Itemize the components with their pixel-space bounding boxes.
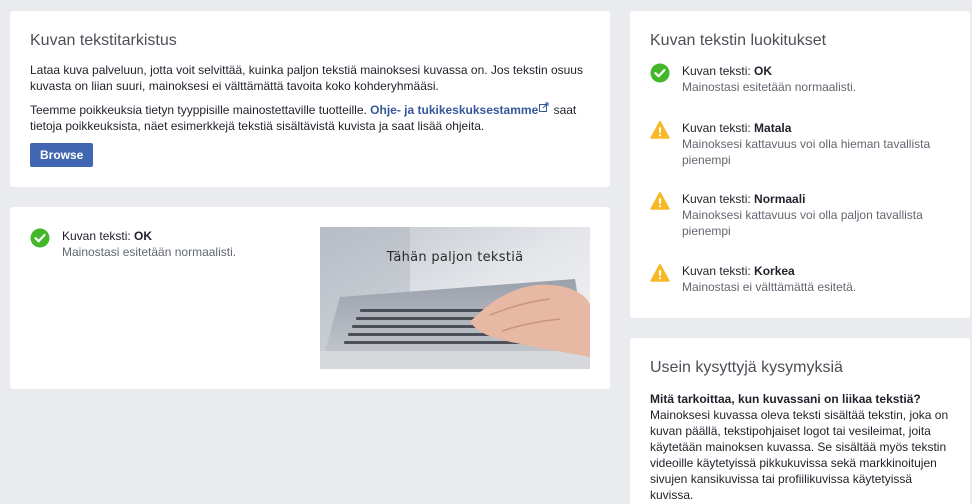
laptop-photo [320, 227, 590, 369]
rating-label: Kuvan teksti: [682, 121, 755, 135]
rating-value: Matala [754, 121, 792, 135]
rating-label: Kuvan teksti: [682, 64, 755, 78]
faq-question: Mitä tarkoittaa, kun kuvassani on liikaa… [650, 392, 921, 406]
warning-icon [650, 263, 670, 282]
checker-intro: Lataa kuva palveluun, jotta voit selvitt… [30, 63, 583, 93]
rating-medium: Kuvan teksti: Normaali Mainoksesi kattav… [650, 191, 950, 239]
warning-icon [650, 191, 670, 210]
exceptions-text-before: Teemme poikkeuksia tietyn tyyppisille ma… [30, 103, 371, 117]
result-description: Mainostasi esitetään normaalisti. [62, 245, 237, 259]
faq-answer: Mainoksesi kuvassa oleva teksti sisältää… [650, 408, 949, 502]
faq-card: Usein kysyttyjä kysymyksiä Mitä tarkoitt… [630, 338, 970, 504]
rating-label: Kuvan teksti: [682, 264, 755, 278]
external-link-icon[interactable] [539, 102, 549, 112]
result-status: Kuvan teksti: OK Mainostasi esitetään no… [30, 228, 290, 260]
rating-description: Mainoksesi kattavuus voi olla paljon tav… [682, 208, 923, 238]
rating-value: Korkea [754, 264, 795, 278]
check-icon [30, 228, 50, 248]
rating-low: Kuvan teksti: Matala Mainoksesi kattavuu… [650, 120, 950, 168]
rating-label: Kuvan teksti: [682, 192, 755, 206]
check-icon [650, 63, 670, 83]
uploaded-image-preview: Tähän paljon tekstiä [320, 227, 590, 369]
rating-description: Mainostasi ei välttämättä esitetä. [682, 280, 857, 294]
rating-value: Normaali [754, 192, 806, 206]
text-checker-card: Kuvan tekstitarkistus Lataa kuva palvelu… [10, 11, 610, 187]
ratings-card: Kuvan tekstin luokitukset Kuvan teksti: … [630, 11, 970, 318]
checker-title: Kuvan tekstitarkistus [30, 32, 177, 49]
checker-exceptions: Teemme poikkeuksia tietyn tyyppisille ma… [30, 102, 590, 134]
ratings-title: Kuvan tekstin luokitukset [650, 32, 827, 49]
rating-value: OK [754, 64, 773, 78]
rating-description: Mainostasi esitetään normaalisti. [682, 80, 857, 94]
warning-icon [650, 120, 670, 139]
result-line: Kuvan teksti: OK [62, 228, 290, 244]
faq-title: Usein kysyttyjä kysymyksiä [650, 359, 843, 376]
help-center-link[interactable]: Ohje- ja tukikeskuksestamme [370, 103, 538, 117]
result-value: OK [134, 229, 153, 243]
rating-high: Kuvan teksti: Korkea Mainostasi ei vältt… [650, 263, 950, 295]
rating-ok: Kuvan teksti: OK Mainostasi esitetään no… [650, 63, 950, 95]
browse-button[interactable]: Browse [30, 143, 94, 167]
result-card: Kuvan teksti: OK Mainostasi esitetään no… [10, 207, 610, 389]
rating-description: Mainoksesi kattavuus voi olla hieman tav… [682, 137, 931, 167]
result-label: Kuvan teksti: [62, 229, 135, 243]
image-caption: Tähän paljon tekstiä [386, 250, 524, 265]
